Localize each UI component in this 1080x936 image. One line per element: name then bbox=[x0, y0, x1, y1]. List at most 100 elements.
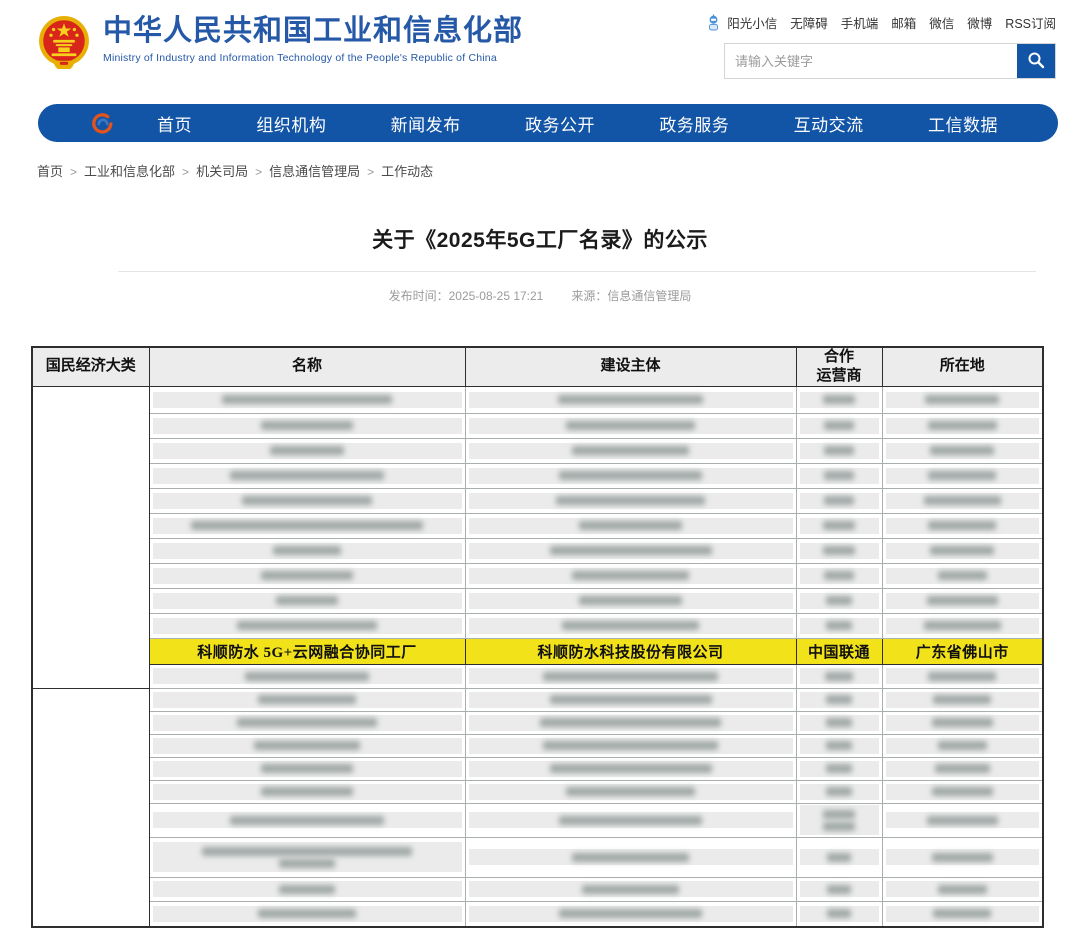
redacted-cell bbox=[149, 664, 465, 688]
factory-directory-table: 国民经济大类名称建设主体合作 运营商所在地 科顺防水 5G+云网融合协同工厂科顺… bbox=[31, 346, 1044, 928]
nav-item-2[interactable]: 新闻发布 bbox=[391, 111, 461, 136]
breadcrumb-item-3[interactable]: 信息通信管理局 bbox=[269, 164, 360, 179]
redacted-row bbox=[32, 413, 1043, 438]
redacted-cell bbox=[796, 837, 882, 877]
economic-category-cell-0 bbox=[32, 386, 149, 688]
redacted-cell bbox=[882, 513, 1043, 538]
redacted-row bbox=[32, 901, 1043, 927]
redacted-row bbox=[32, 588, 1043, 613]
redacted-cell bbox=[796, 757, 882, 780]
search-bar bbox=[724, 43, 1056, 79]
redacted-cell bbox=[149, 711, 465, 734]
redacted-cell bbox=[882, 803, 1043, 837]
redacted-cell bbox=[149, 438, 465, 463]
breadcrumb-item-4: 工作动态 bbox=[381, 164, 433, 179]
redacted-cell bbox=[796, 413, 882, 438]
redacted-cell bbox=[465, 757, 796, 780]
breadcrumb-separator: > bbox=[367, 165, 374, 179]
redacted-row bbox=[32, 780, 1043, 803]
breadcrumb-item-2[interactable]: 机关司局 bbox=[196, 164, 248, 179]
redacted-cell bbox=[465, 877, 796, 901]
redacted-cell bbox=[882, 463, 1043, 488]
redacted-row bbox=[32, 664, 1043, 688]
redacted-cell bbox=[796, 664, 882, 688]
redacted-cell bbox=[882, 837, 1043, 877]
redacted-cell bbox=[882, 588, 1043, 613]
utility-link-1[interactable]: 无障碍 bbox=[790, 13, 828, 32]
redacted-cell bbox=[149, 463, 465, 488]
utility-link-2[interactable]: 手机端 bbox=[841, 13, 879, 32]
redacted-cell bbox=[796, 488, 882, 513]
nav-item-5[interactable]: 互动交流 bbox=[794, 111, 864, 136]
nav-item-4[interactable]: 政务服务 bbox=[659, 111, 729, 136]
redacted-cell bbox=[882, 688, 1043, 711]
redacted-cell bbox=[465, 803, 796, 837]
highlighted-row: 科顺防水 5G+云网融合协同工厂科顺防水科技股份有限公司中国联通广东省佛山市 bbox=[32, 638, 1043, 664]
site-logo-link[interactable]: 中华人民共和国工业和信息化部 Ministry of Industry and … bbox=[38, 15, 523, 74]
redacted-row bbox=[32, 688, 1043, 711]
column-header-1: 名称 bbox=[149, 347, 465, 386]
utility-link-4[interactable]: 微信 bbox=[929, 13, 954, 32]
utility-link-0[interactable]: 阳光小信 bbox=[727, 13, 777, 32]
redacted-cell bbox=[796, 780, 882, 803]
redacted-cell bbox=[465, 413, 796, 438]
nav-item-3[interactable]: 政务公开 bbox=[525, 111, 595, 136]
redacted-cell bbox=[882, 780, 1043, 803]
breadcrumb-item-1[interactable]: 工业和信息化部 bbox=[84, 164, 175, 179]
utility-link-5[interactable]: 微博 bbox=[967, 13, 992, 32]
redacted-cell bbox=[465, 780, 796, 803]
page-title: 关于《2025年5G工厂名录》的公示 bbox=[0, 224, 1080, 254]
highlight-location: 广东省佛山市 bbox=[882, 638, 1043, 664]
redacted-cell bbox=[882, 538, 1043, 563]
factory-directory-table-wrap: 国民经济大类名称建设主体合作 运营商所在地 科顺防水 5G+云网融合协同工厂科顺… bbox=[31, 346, 1080, 928]
source-label: 来源： bbox=[571, 289, 607, 303]
redacted-cell bbox=[149, 413, 465, 438]
redacted-cell bbox=[882, 734, 1043, 757]
redacted-cell bbox=[882, 711, 1043, 734]
redacted-cell bbox=[149, 488, 465, 513]
redacted-cell bbox=[796, 563, 882, 588]
redacted-cell bbox=[882, 613, 1043, 638]
redacted-cell bbox=[796, 438, 882, 463]
nav-item-6[interactable]: 工信数据 bbox=[928, 111, 998, 136]
redacted-cell bbox=[796, 688, 882, 711]
redacted-cell bbox=[149, 386, 465, 413]
utility-links: 阳光小信无障碍手机端邮箱微信微博 RSS订阅 bbox=[724, 13, 1056, 32]
brand-text: 中华人民共和国工业和信息化部 Ministry of Industry and … bbox=[103, 15, 523, 64]
national-emblem-icon bbox=[38, 15, 90, 74]
redacted-cell bbox=[149, 563, 465, 588]
redacted-row bbox=[32, 513, 1043, 538]
search-input[interactable] bbox=[725, 44, 1017, 78]
redacted-row bbox=[32, 563, 1043, 588]
nav-item-0[interactable]: 首页 bbox=[157, 111, 192, 136]
redacted-cell bbox=[465, 664, 796, 688]
utility-link-3[interactable]: 邮箱 bbox=[891, 13, 916, 32]
redacted-cell bbox=[882, 413, 1043, 438]
redacted-cell bbox=[465, 488, 796, 513]
redacted-cell bbox=[465, 711, 796, 734]
nav-item-1[interactable]: 组织机构 bbox=[256, 111, 326, 136]
redacted-row bbox=[32, 803, 1043, 837]
redacted-cell bbox=[882, 386, 1043, 413]
publish-time-label: 发布时间： bbox=[389, 289, 449, 303]
redacted-cell bbox=[465, 513, 796, 538]
redacted-row bbox=[32, 488, 1043, 513]
redacted-cell bbox=[796, 877, 882, 901]
mascot-robot-icon[interactable] bbox=[706, 14, 721, 31]
redacted-cell bbox=[796, 538, 882, 563]
breadcrumb-separator: > bbox=[255, 165, 262, 179]
redacted-cell bbox=[149, 513, 465, 538]
redacted-row bbox=[32, 386, 1043, 413]
redacted-cell bbox=[796, 463, 882, 488]
redacted-cell bbox=[149, 588, 465, 613]
redacted-cell bbox=[465, 734, 796, 757]
redacted-cell bbox=[465, 901, 796, 927]
site-header: 中华人民共和国工业和信息化部 Ministry of Industry and … bbox=[0, 0, 1080, 100]
redacted-cell bbox=[882, 877, 1043, 901]
breadcrumb-item-0[interactable]: 首页 bbox=[37, 164, 63, 179]
search-button[interactable] bbox=[1017, 44, 1055, 78]
table-body: 科顺防水 5G+云网融合协同工厂科顺防水科技股份有限公司中国联通广东省佛山市 bbox=[32, 386, 1043, 927]
publish-time: 2025-08-25 17:21 bbox=[449, 289, 544, 303]
redacted-cell bbox=[796, 711, 882, 734]
utility-link-6[interactable]: RSS订阅 bbox=[1005, 13, 1056, 32]
